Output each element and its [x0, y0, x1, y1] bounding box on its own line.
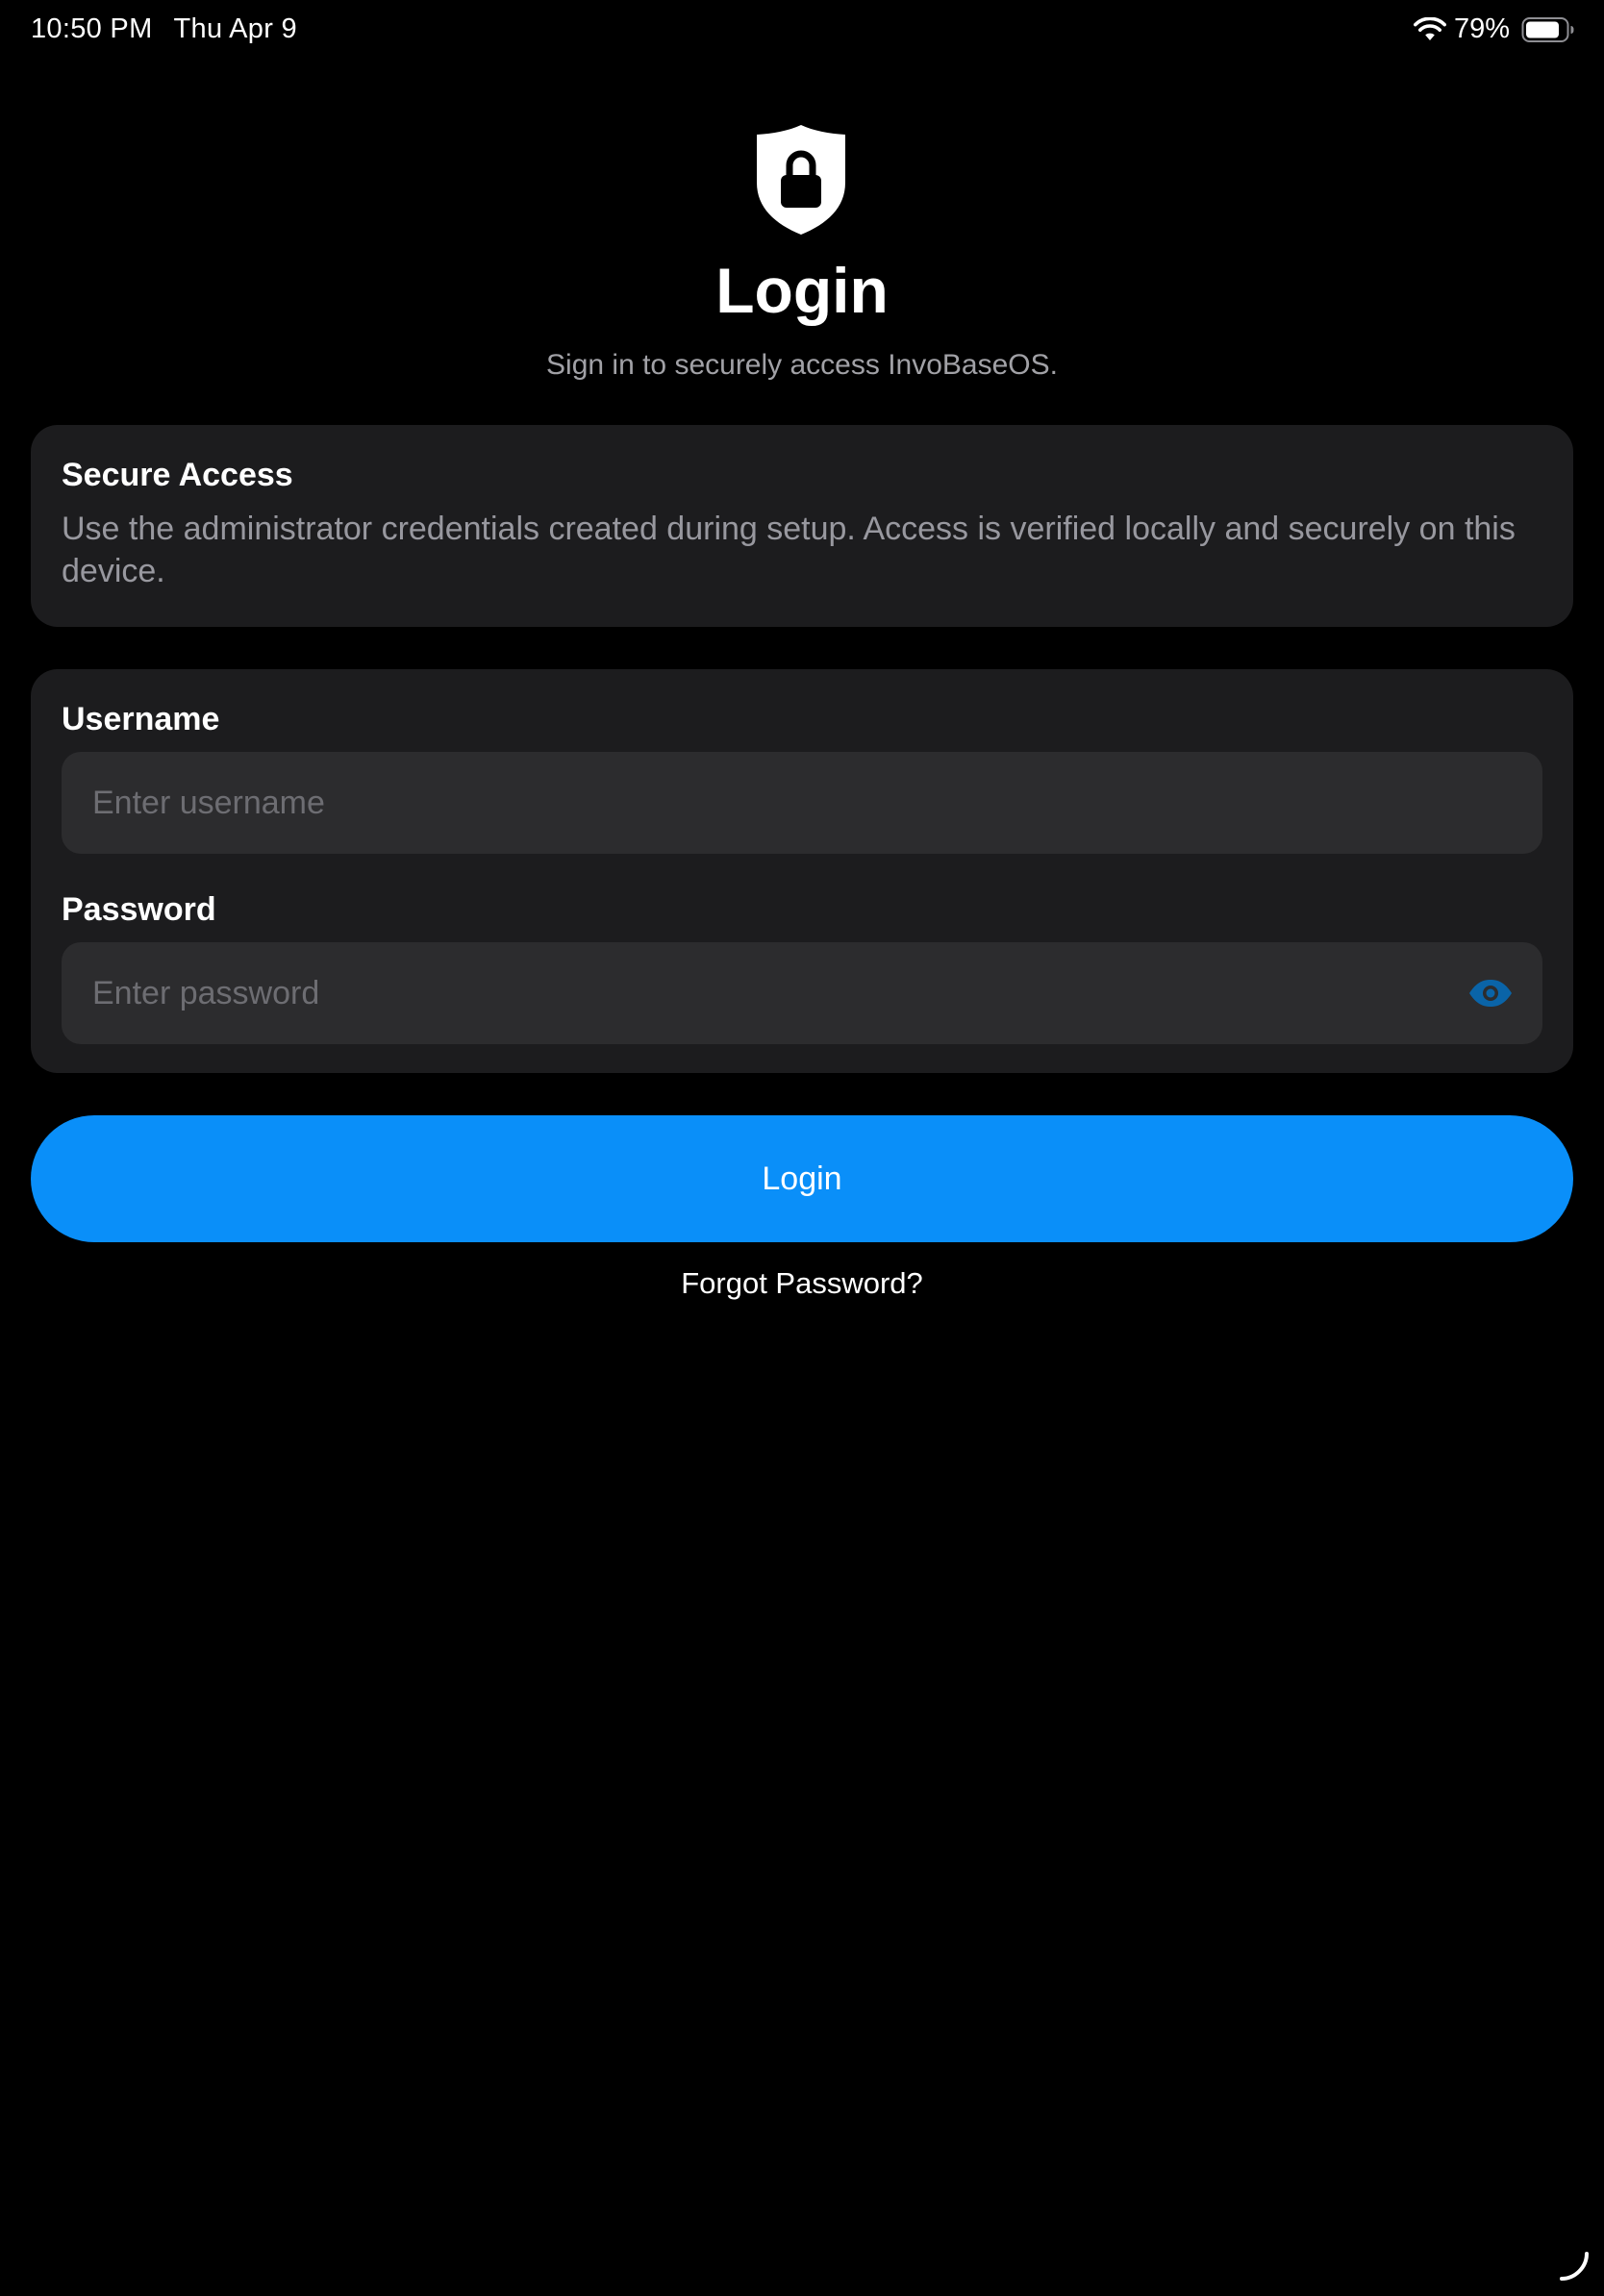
battery-percent: 79%: [1453, 13, 1510, 44]
secure-access-title: Secure Access: [62, 457, 293, 493]
show-password-button[interactable]: [1467, 974, 1514, 1012]
password-field-container: [62, 942, 1542, 1044]
password-input[interactable]: [62, 942, 1542, 1044]
battery-icon: [1521, 16, 1574, 42]
page-subtitle: Sign in to securely access InvoBaseOS.: [546, 349, 1058, 381]
status-bar: 10:50 PM Thu Apr 9 79%: [0, 0, 1604, 62]
username-label: Username: [62, 701, 220, 737]
resize-handle-icon[interactable]: [1558, 2250, 1591, 2283]
forgot-password-link[interactable]: Forgot Password?: [0, 1264, 1604, 1303]
status-indicators: 79%: [1413, 13, 1575, 45]
status-date: Thu Apr 9: [173, 13, 297, 44]
status-time: 10:50 PM: [31, 13, 153, 44]
wifi-icon: [1413, 16, 1446, 40]
eye-icon: [1469, 980, 1512, 1007]
username-field-container: [62, 752, 1542, 854]
password-label: Password: [62, 891, 216, 928]
username-input[interactable]: [62, 752, 1542, 854]
lock-shield-icon: [757, 125, 845, 235]
secure-access-description: Use the administrator credentials create…: [62, 511, 1516, 589]
login-form-card: Username Password: [31, 669, 1573, 1073]
secure-access-card: Secure Access Use the administrator cred…: [31, 425, 1573, 627]
page-title: Login: [715, 255, 889, 326]
status-time-date: 10:50 PM Thu Apr 9: [31, 13, 297, 45]
login-button[interactable]: Login: [31, 1115, 1573, 1242]
